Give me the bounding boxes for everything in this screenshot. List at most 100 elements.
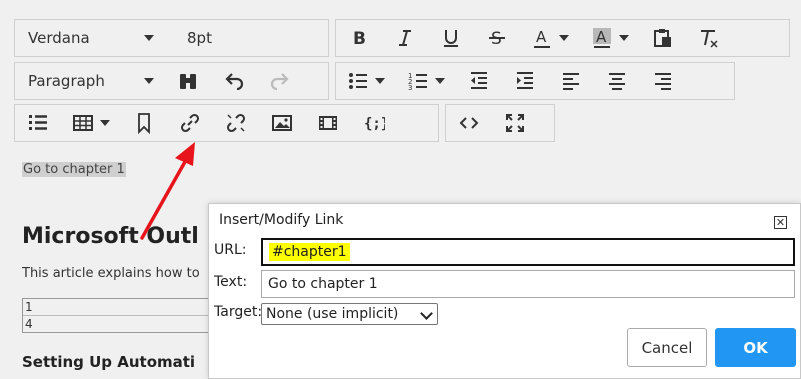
paste-button[interactable] xyxy=(640,20,686,56)
chevron-down-icon[interactable] xyxy=(559,35,569,41)
strikethrough-icon: S xyxy=(489,29,505,49)
format-group: B S A A xyxy=(335,19,790,57)
numbered-list-button[interactable]: 123 xyxy=(396,63,456,99)
fullscreen-icon xyxy=(506,114,524,132)
bullet-list-icon xyxy=(349,73,367,89)
undo-button[interactable] xyxy=(211,63,257,99)
font-size-dropdown[interactable]: 8pt xyxy=(165,20,315,56)
unlink-button[interactable] xyxy=(213,105,259,141)
redo-button[interactable] xyxy=(257,63,303,99)
fullscreen-button[interactable] xyxy=(492,105,538,141)
document-paragraph: This article explains how to xyxy=(22,266,200,281)
view-group xyxy=(445,104,555,142)
chevron-down-icon xyxy=(144,78,154,84)
clipboard-icon xyxy=(654,29,671,47)
link-icon xyxy=(180,113,200,133)
insert-image-button[interactable] xyxy=(259,105,305,141)
font-group: Verdana 8pt xyxy=(14,19,329,57)
cancel-button[interactable]: Cancel xyxy=(627,328,707,367)
list-align-group: 123 xyxy=(335,62,735,100)
text-field-value: Go to chapter 1 xyxy=(268,276,378,292)
block-format-value: Paragraph xyxy=(28,72,105,90)
document-heading: Microsoft Outl xyxy=(22,224,199,249)
document-table: 1 4 xyxy=(22,298,224,333)
bold-icon: B xyxy=(353,29,366,49)
list-icon xyxy=(29,115,47,130)
binoculars-icon xyxy=(180,74,196,89)
clear-formatting-button[interactable] xyxy=(686,20,732,56)
numbered-list-icon: 123 xyxy=(408,72,427,92)
table-button[interactable] xyxy=(61,105,121,141)
align-left-icon xyxy=(563,73,579,90)
background-color-icon: A xyxy=(593,28,611,48)
bold-button[interactable]: B xyxy=(336,20,382,56)
italic-icon xyxy=(399,30,411,46)
svg-text:A: A xyxy=(536,28,547,46)
clear-formatting-icon xyxy=(701,30,718,48)
bookmark-button[interactable] xyxy=(121,105,167,141)
redo-icon xyxy=(270,73,289,91)
table-icon xyxy=(73,115,93,131)
outdent-button[interactable] xyxy=(456,63,502,99)
underline-icon xyxy=(444,30,458,47)
text-label: Text: xyxy=(214,274,248,290)
svg-text:3: 3 xyxy=(408,84,412,92)
svg-text:{;}: {;} xyxy=(364,116,385,132)
indent-button[interactable] xyxy=(502,63,548,99)
block-format-dropdown[interactable]: Paragraph xyxy=(15,63,165,99)
film-icon xyxy=(319,116,337,130)
outdent-icon xyxy=(471,72,487,89)
code-braces-icon: {;} xyxy=(364,116,385,132)
chevron-down-icon[interactable] xyxy=(375,78,385,84)
undo-icon xyxy=(225,73,244,91)
text-color-icon: A xyxy=(534,28,550,48)
insert-link-dialog: Insert/Modify Link ✕ URL: #chapter1 Text… xyxy=(208,203,801,379)
dialog-title: Insert/Modify Link xyxy=(219,212,344,228)
font-family-dropdown[interactable]: Verdana xyxy=(15,20,165,56)
svg-text:B: B xyxy=(353,29,366,49)
target-select[interactable]: None (use implicit) xyxy=(261,303,438,325)
font-family-value: Verdana xyxy=(28,29,90,47)
list-view-button[interactable] xyxy=(15,105,61,141)
editor-toolbar: Verdana 8pt B S A A xyxy=(0,0,801,147)
target-select-value: None (use implicit) xyxy=(266,306,399,322)
chevron-down-icon xyxy=(144,35,154,41)
insert-link-button[interactable] xyxy=(167,105,213,141)
svg-text:A: A xyxy=(596,28,607,46)
target-label: Target: xyxy=(214,304,263,320)
align-right-button[interactable] xyxy=(640,63,686,99)
selected-link-text[interactable]: Go to chapter 1 xyxy=(22,162,126,177)
bookmark-icon xyxy=(138,113,150,134)
find-button[interactable] xyxy=(165,63,211,99)
source-code-button[interactable] xyxy=(446,105,492,141)
insert-group: {;} xyxy=(14,104,439,142)
url-field[interactable]: #chapter1 xyxy=(261,238,795,266)
text-color-button[interactable]: A xyxy=(520,20,580,56)
unlink-icon xyxy=(226,113,246,133)
align-left-button[interactable] xyxy=(548,63,594,99)
text-field[interactable]: Go to chapter 1 xyxy=(261,270,795,298)
chevron-down-icon[interactable] xyxy=(100,120,110,126)
code-sample-button[interactable]: {;} xyxy=(351,105,397,141)
url-label: URL: xyxy=(214,242,247,258)
italic-button[interactable] xyxy=(382,20,428,56)
align-center-icon xyxy=(609,73,625,90)
align-center-button[interactable] xyxy=(594,63,640,99)
strikethrough-button[interactable]: S xyxy=(474,20,520,56)
insert-media-button[interactable] xyxy=(305,105,351,141)
font-size-value: 8pt xyxy=(187,29,212,47)
code-icon xyxy=(459,117,479,129)
indent-icon xyxy=(517,72,533,89)
background-color-button[interactable]: A xyxy=(580,20,640,56)
underline-button[interactable] xyxy=(428,20,474,56)
bullet-list-button[interactable] xyxy=(336,63,396,99)
close-icon[interactable]: ✕ xyxy=(774,216,787,229)
table-row: 1 xyxy=(23,299,223,316)
document-subheading: Setting Up Automati xyxy=(22,353,196,371)
chevron-down-icon[interactable] xyxy=(435,78,445,84)
url-field-value: #chapter1 xyxy=(269,243,350,261)
align-right-icon xyxy=(655,73,671,90)
chevron-down-icon[interactable] xyxy=(619,35,629,41)
table-row: 4 xyxy=(25,317,33,331)
ok-button[interactable]: OK xyxy=(715,328,796,367)
